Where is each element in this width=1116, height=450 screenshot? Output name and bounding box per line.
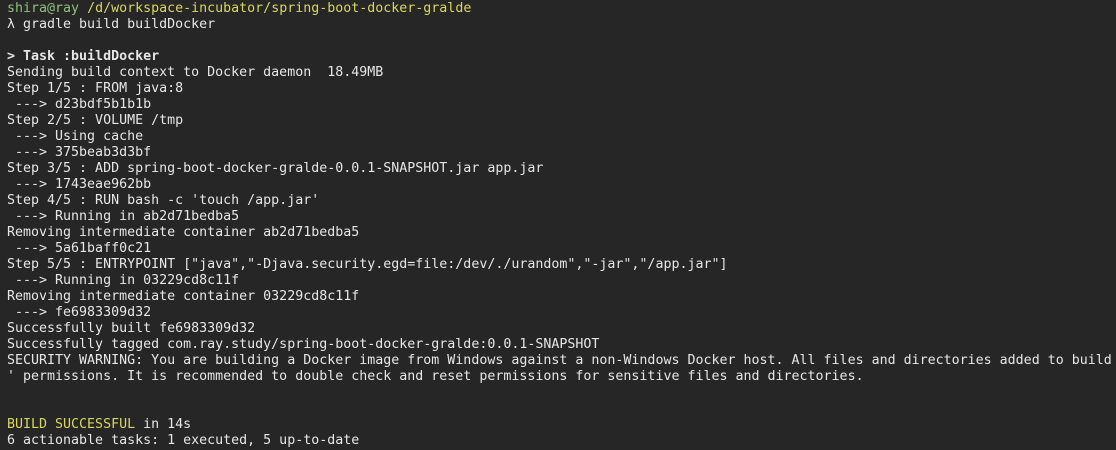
terminal-line: ---> fe6983309d32: [7, 305, 1112, 321]
terminal-line: ---> d23bdf5b1b1b: [7, 97, 1112, 113]
terminal-line: ' permissions. It is recommended to doub…: [7, 369, 1112, 385]
terminal-text: 6 actionable tasks: 1 executed, 5 up-to-…: [7, 433, 360, 448]
terminal-line: ---> 1743eae962bb: [7, 177, 1112, 193]
terminal-line: ---> Running in 03229cd8c11f: [7, 273, 1112, 289]
terminal-line: Step 1/5 : FROM java:8: [7, 81, 1112, 97]
terminal-text: ---> Running in 03229cd8c11f: [7, 273, 240, 288]
terminal-text: Successfully built fe6983309d32: [7, 321, 256, 336]
terminal-line: λ gradle build buildDocker: [7, 17, 1112, 33]
terminal-line: Successfully built fe6983309d32: [7, 321, 1112, 337]
terminal-line: ---> 375beab3d3bf: [7, 145, 1112, 161]
terminal-line: Removing intermediate container 03229cd8…: [7, 289, 1112, 305]
terminal-text: Removing intermediate container ab2d71be…: [7, 225, 360, 240]
terminal-text: ---> 375beab3d3bf: [7, 145, 152, 160]
terminal-line: 6 actionable tasks: 1 executed, 5 up-to-…: [7, 433, 1112, 449]
terminal-line: Step 5/5 : ENTRYPOINT ["java","-Djava.se…: [7, 257, 1112, 273]
terminal-text: ---> 1743eae962bb: [7, 177, 152, 192]
terminal-window[interactable]: shira@ray /d/workspace-incubator/spring-…: [0, 0, 1116, 450]
terminal-line: Removing intermediate container ab2d71be…: [7, 225, 1112, 241]
terminal-output[interactable]: shira@ray /d/workspace-incubator/spring-…: [7, 1, 1112, 449]
terminal-text: SECURITY WARNING: You are building a Doc…: [7, 353, 1112, 368]
terminal-text: ---> Running in ab2d71bedba5: [7, 209, 240, 224]
terminal-text: Step 1/5 : FROM java:8: [7, 81, 184, 96]
terminal-text: in 14s: [135, 417, 192, 432]
terminal-line: > Task :buildDocker: [7, 49, 1112, 65]
terminal-text: Sending build context to Docker daemon 1…: [7, 65, 384, 80]
terminal-line: ---> 5a61baff0c21: [7, 241, 1112, 257]
terminal-text: > Task :buildDocker: [7, 49, 160, 64]
terminal-text: ---> 5a61baff0c21: [7, 241, 152, 256]
terminal-text: ' permissions. It is recommended to doub…: [7, 369, 864, 384]
terminal-line: Sending build context to Docker daemon 1…: [7, 65, 1112, 81]
terminal-text: ---> Using cache: [7, 129, 144, 144]
terminal-text: ---> d23bdf5b1b1b: [7, 97, 152, 112]
terminal-text: Step 3/5 : ADD spring-boot-docker-gralde…: [7, 161, 544, 176]
terminal-line: SECURITY WARNING: You are building a Doc…: [7, 353, 1112, 369]
terminal-line: Step 4/5 : RUN bash -c 'touch /app.jar': [7, 193, 1112, 209]
terminal-text: Step 5/5 : ENTRYPOINT ["java","-Djava.se…: [7, 257, 728, 272]
terminal-text: Step 2/5 : VOLUME /tmp: [7, 113, 184, 128]
terminal-line: shira@ray /d/workspace-incubator/spring-…: [7, 1, 1112, 17]
terminal-line: ---> Using cache: [7, 129, 1112, 145]
terminal-text: Successfully tagged com.ray.study/spring…: [7, 337, 600, 352]
terminal-text: ---> fe6983309d32: [7, 305, 152, 320]
terminal-text: λ gradle build buildDocker: [7, 17, 216, 32]
terminal-line: BUILD SUCCESSFUL in 14s: [7, 417, 1112, 433]
terminal-text: /d/workspace-incubator/spring-boot-docke…: [79, 1, 472, 16]
terminal-text: Step 4/5 : RUN bash -c 'touch /app.jar': [7, 193, 320, 208]
terminal-line: Step 2/5 : VOLUME /tmp: [7, 113, 1112, 129]
terminal-line: ---> Running in ab2d71bedba5: [7, 209, 1112, 225]
terminal-line: Successfully tagged com.ray.study/spring…: [7, 337, 1112, 353]
terminal-line: Step 3/5 : ADD spring-boot-docker-gralde…: [7, 161, 1112, 177]
terminal-text: Removing intermediate container 03229cd8…: [7, 289, 360, 304]
terminal-text: BUILD SUCCESSFUL: [7, 417, 136, 432]
terminal-text: shira@ray: [7, 1, 80, 16]
